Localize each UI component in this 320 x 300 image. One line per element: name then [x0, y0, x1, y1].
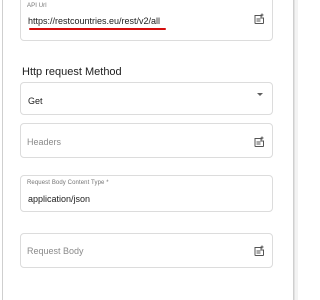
- note-add-icon[interactable]: [253, 136, 265, 148]
- api-url-value: https://restcountries.eu/rest/v2/all: [28, 16, 161, 26]
- http-method-value: Get: [28, 96, 43, 106]
- content-type-label: Request Body Content Type *: [27, 180, 109, 186]
- scrollbar[interactable]: [294, 0, 298, 300]
- content-type-value: application/json: [28, 194, 91, 204]
- content-type-field[interactable]: Request Body Content Type * application/…: [20, 175, 273, 212]
- annotation-underline: [29, 28, 166, 30]
- form-panel: API Url https://restcountries.eu/rest/v2…: [2, 0, 294, 300]
- note-add-icon[interactable]: [253, 13, 265, 25]
- api-url-label: API Url: [27, 3, 47, 9]
- headers-field[interactable]: Headers: [20, 123, 273, 158]
- arrow-drop-down-icon[interactable]: [257, 93, 263, 96]
- http-method-heading: Http request Method: [22, 66, 122, 78]
- note-add-icon[interactable]: [253, 245, 265, 257]
- request-body-placeholder: Request Body: [27, 246, 84, 256]
- headers-placeholder: Headers: [27, 137, 62, 147]
- request-body-field[interactable]: Request Body: [20, 233, 273, 268]
- api-url-field[interactable]: API Url https://restcountries.eu/rest/v2…: [20, 0, 273, 41]
- http-method-select[interactable]: Get: [20, 82, 273, 115]
